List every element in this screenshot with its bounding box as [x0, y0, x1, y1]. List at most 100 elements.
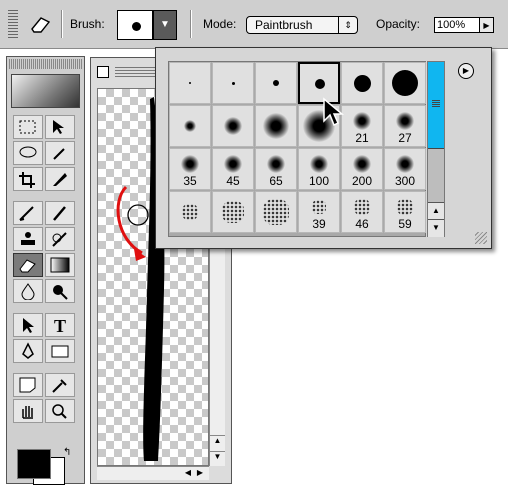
- brush-size-label: 59: [398, 217, 412, 231]
- zoom-icon[interactable]: [45, 399, 75, 423]
- brush-size-label: 300: [394, 174, 416, 188]
- history-brush-icon[interactable]: [45, 227, 75, 251]
- brush-preset-cell[interactable]: 100: [298, 148, 340, 190]
- mode-value: Paintbrush: [255, 18, 313, 32]
- brush-preset-cell[interactable]: [341, 62, 383, 104]
- eraser-icon[interactable]: [26, 10, 54, 38]
- scroll-down-icon[interactable]: ▼: [210, 451, 225, 466]
- palette-scroll-down-icon[interactable]: ▼: [428, 219, 444, 237]
- brush-tip-icon: [224, 155, 242, 173]
- eyedropper-icon[interactable]: [45, 373, 75, 397]
- close-box-icon[interactable]: [97, 66, 109, 78]
- stamp-icon[interactable]: [13, 227, 43, 251]
- brush-preset-cell[interactable]: [255, 62, 297, 104]
- shape-icon[interactable]: [45, 339, 75, 363]
- toolbox-titlebar[interactable]: [9, 59, 82, 69]
- gradient-icon[interactable]: [45, 253, 75, 277]
- options-bar-grip[interactable]: [8, 10, 18, 38]
- brush-tip-icon: [263, 113, 289, 139]
- separator: [61, 10, 62, 38]
- hand-icon[interactable]: [13, 399, 43, 423]
- type-tool-glyph: T: [54, 316, 66, 334]
- notes-icon[interactable]: [13, 373, 43, 397]
- scroll-up-icon[interactable]: ▲: [210, 435, 225, 450]
- brush-preset-cell[interactable]: [255, 191, 297, 233]
- brush-tip-icon: [392, 70, 418, 96]
- brush-preset-cell[interactable]: 300: [384, 148, 426, 190]
- scroll-right-icon[interactable]: ▶: [197, 468, 203, 477]
- palette-scroll-up-icon[interactable]: ▲: [428, 202, 444, 220]
- brush-preset-cell[interactable]: [384, 62, 426, 104]
- brush-grid: 21 27 35 45 65 100 200 300 39 46 59: [168, 61, 426, 237]
- opacity-field[interactable]: 100%: [434, 17, 480, 33]
- pen-icon[interactable]: [13, 339, 43, 363]
- brush-tip-icon: [231, 81, 235, 85]
- separator: [190, 10, 191, 38]
- healing-brush-icon[interactable]: [13, 201, 43, 225]
- brush-tip-icon: [263, 199, 289, 225]
- brush-size-label: 35: [183, 174, 197, 188]
- brush-preset-cell[interactable]: [212, 62, 254, 104]
- lasso-icon[interactable]: [13, 141, 43, 165]
- brush-preset-cell[interactable]: 21: [341, 105, 383, 147]
- mouse-pointer-icon: [323, 97, 344, 127]
- opacity-arrow-icon[interactable]: ▶: [480, 17, 494, 33]
- brush-preset-cell[interactable]: [212, 191, 254, 233]
- scroll-left-icon[interactable]: ◀: [185, 468, 191, 477]
- crop-icon[interactable]: [13, 167, 43, 191]
- palette-menu-icon[interactable]: ▶: [458, 63, 474, 79]
- brush-tip-icon: [315, 79, 325, 89]
- brush-picker-arrow[interactable]: ▼: [153, 10, 177, 40]
- swap-colors-icon[interactable]: ↰: [63, 447, 71, 458]
- brush-tip-icon: [396, 155, 414, 173]
- magic-wand-icon[interactable]: [45, 141, 75, 165]
- brush-preset-cell[interactable]: [169, 105, 211, 147]
- path-select-icon[interactable]: [13, 313, 43, 337]
- brush-preset-cell[interactable]: [255, 105, 297, 147]
- brush-tip-icon: [353, 112, 371, 130]
- move-icon[interactable]: [45, 115, 75, 139]
- brush-size-label: 65: [269, 174, 283, 188]
- brush-preset-cell[interactable]: 65: [255, 148, 297, 190]
- options-bar: Brush: ▼ Mode: Paintbrush ⇕ Opacity: 100…: [0, 0, 508, 49]
- palette-scroll-thumb[interactable]: [428, 62, 444, 149]
- brush-tip-icon: [310, 155, 328, 173]
- brush-tip-icon: [396, 112, 414, 130]
- horizontal-scrollbar[interactable]: ◀ ▶: [97, 466, 209, 480]
- burn-icon[interactable]: [45, 279, 75, 303]
- foreground-color-swatch[interactable]: [17, 449, 51, 479]
- brush-preset-cell[interactable]: [169, 62, 211, 104]
- brush-icon[interactable]: [45, 201, 75, 225]
- brush-tip-icon: [353, 74, 371, 92]
- brush-preset-cell[interactable]: 35: [169, 148, 211, 190]
- select-arrows-icon: ⇕: [338, 17, 357, 33]
- marquee-icon[interactable]: [13, 115, 43, 139]
- type-icon[interactable]: T: [45, 313, 75, 337]
- brush-preview[interactable]: [117, 10, 153, 40]
- brush-preset-cell[interactable]: 46: [341, 191, 383, 233]
- brush-preset-cell[interactable]: 27: [384, 105, 426, 147]
- brush-preset-cell[interactable]: [169, 191, 211, 233]
- eraser-tool-selected[interactable]: [13, 253, 43, 277]
- blur-icon[interactable]: [13, 279, 43, 303]
- brush-size-label: 46: [355, 217, 369, 231]
- palette-scrollbar[interactable]: ▲ ▼: [427, 61, 445, 237]
- brush-size-label: 200: [351, 174, 373, 188]
- brush-preset-cell[interactable]: 200: [341, 148, 383, 190]
- brush-preset-cell[interactable]: 39: [298, 191, 340, 233]
- brush-size-label: 100: [308, 174, 330, 188]
- brush-preset-cell[interactable]: [212, 105, 254, 147]
- brush-tip-icon: [183, 119, 197, 133]
- resize-grip-icon[interactable]: [475, 232, 487, 244]
- slice-icon[interactable]: [45, 167, 75, 191]
- brush-tip-icon: [181, 155, 199, 173]
- brush-size-label: 21: [355, 131, 369, 145]
- brush-dot-icon: [132, 22, 141, 31]
- brush-tip-icon: [397, 199, 413, 215]
- mode-select[interactable]: Paintbrush ⇕: [246, 16, 358, 34]
- brush-preset-cell[interactable]: 59: [384, 191, 426, 233]
- window-titlebar[interactable]: [115, 67, 155, 77]
- color-swatches[interactable]: ↰: [15, 447, 75, 485]
- brush-preset-cell[interactable]: 45: [212, 148, 254, 190]
- adobe-logo[interactable]: [11, 74, 80, 108]
